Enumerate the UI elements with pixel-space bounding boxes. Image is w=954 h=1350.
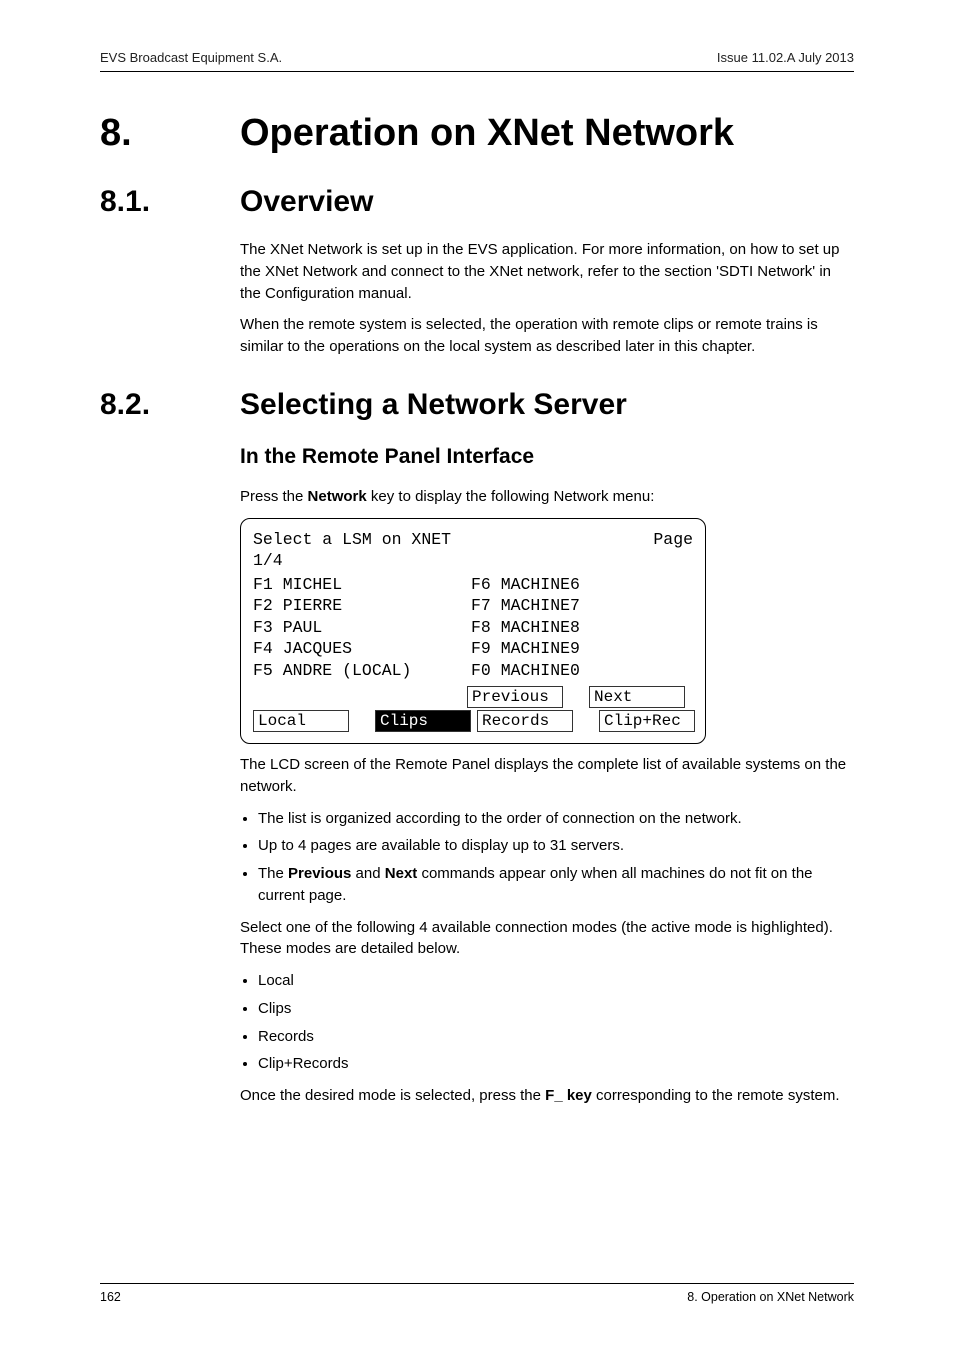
paragraph: The LCD screen of the Remote Panel displ…	[240, 754, 854, 798]
lcd-cell: F0 MACHINE0	[471, 660, 580, 681]
lcd-cell: F4 JACQUES	[253, 638, 471, 659]
chapter-number: 8.	[100, 112, 240, 155]
softkey-previous: Previous	[467, 686, 563, 708]
softkey-local: Local	[253, 710, 349, 732]
chapter-heading: 8. Operation on XNet Network	[100, 112, 854, 155]
lcd-server-list: F1 MICHEL F6 MACHINE6 F2 PIERRE F7 MACHI…	[253, 574, 693, 681]
softkey-cliprec: Clip+Rec	[599, 710, 695, 732]
lcd-row: F2 PIERRE F7 MACHINE7	[253, 595, 693, 616]
bullet-list: Local Clips Records Clip+Records	[240, 970, 854, 1075]
lcd-title: Select a LSM on XNET	[253, 529, 451, 550]
keyword-fkey: F_ key	[545, 1087, 592, 1104]
page: EVS Broadcast Equipment S.A. Issue 11.02…	[0, 0, 954, 1350]
lcd-cell: F5 ANDRE (LOCAL)	[253, 660, 471, 681]
lcd-screen: Select a LSM on XNET Page 1/4 F1 MICHEL …	[240, 518, 706, 744]
softkey-clips-active: Clips	[375, 710, 471, 732]
running-header: EVS Broadcast Equipment S.A. Issue 11.02…	[100, 50, 854, 72]
list-item: Clip+Records	[258, 1053, 854, 1075]
lcd-page-label: Page	[653, 529, 693, 550]
section-title: Selecting a Network Server	[240, 388, 627, 422]
header-left: EVS Broadcast Equipment S.A.	[100, 50, 282, 65]
text: and	[351, 865, 384, 882]
lcd-softkey-row: Local Clips Records Clip+Rec	[253, 709, 693, 733]
lcd-page-indicator: 1/4	[253, 550, 693, 571]
softkey-records: Records	[477, 710, 573, 732]
lcd-cell: F6 MACHINE6	[471, 574, 580, 595]
lcd-row: F4 JACQUES F9 MACHINE9	[253, 638, 693, 659]
lcd-cell: F8 MACHINE8	[471, 617, 580, 638]
subsection-heading: In the Remote Panel Interface	[240, 442, 854, 472]
list-item: Local	[258, 970, 854, 992]
list-item: The list is organized according to the o…	[258, 808, 854, 830]
list-item: Clips	[258, 998, 854, 1020]
lcd-header: Select a LSM on XNET Page	[253, 529, 693, 550]
text: Press the	[240, 488, 308, 505]
keyword-network: Network	[308, 488, 367, 505]
keyword-previous: Previous	[288, 865, 351, 882]
paragraph: Select one of the following 4 available …	[240, 917, 854, 961]
paragraph: Press the Network key to display the fol…	[240, 486, 854, 508]
header-right: Issue 11.02.A July 2013	[717, 50, 854, 65]
list-item: Records	[258, 1026, 854, 1048]
lcd-row: F3 PAUL F8 MACHINE8	[253, 617, 693, 638]
section-number: 8.1.	[100, 185, 240, 219]
section-8-2-body: In the Remote Panel Interface Press the …	[240, 442, 854, 1107]
footer-section: 8. Operation on XNet Network	[687, 1290, 854, 1304]
text: corresponding to the remote system.	[592, 1087, 840, 1104]
paragraph: The XNet Network is set up in the EVS ap…	[240, 239, 854, 304]
running-footer: 162 8. Operation on XNet Network	[100, 1283, 854, 1304]
page-number: 162	[100, 1290, 121, 1304]
text: The	[258, 865, 288, 882]
lcd-softkeys: Previous Next Local Clips Records Clip+R…	[253, 685, 693, 733]
section-8-1-heading: 8.1. Overview	[100, 185, 854, 219]
paragraph: Once the desired mode is selected, press…	[240, 1085, 854, 1107]
text: Once the desired mode is selected, press…	[240, 1087, 545, 1104]
lcd-cell: F2 PIERRE	[253, 595, 471, 616]
lcd-cell: F1 MICHEL	[253, 574, 471, 595]
chapter-title: Operation on XNet Network	[240, 112, 734, 155]
lcd-softkey-row: Previous Next	[253, 685, 693, 709]
section-8-2-heading: 8.2. Selecting a Network Server	[100, 388, 854, 422]
lcd-cell: F7 MACHINE7	[471, 595, 580, 616]
lcd-row: F1 MICHEL F6 MACHINE6	[253, 574, 693, 595]
section-title: Overview	[240, 185, 373, 219]
lcd-cell: F9 MACHINE9	[471, 638, 580, 659]
softkey-next: Next	[589, 686, 685, 708]
section-number: 8.2.	[100, 388, 240, 422]
paragraph: When the remote system is selected, the …	[240, 314, 854, 358]
text: key to display the following Network men…	[367, 488, 655, 505]
list-item: The Previous and Next commands appear on…	[258, 863, 854, 907]
bullet-list: The list is organized according to the o…	[240, 808, 854, 907]
section-8-1-body: The XNet Network is set up in the EVS ap…	[240, 239, 854, 358]
lcd-row: F5 ANDRE (LOCAL) F0 MACHINE0	[253, 660, 693, 681]
lcd-cell: F3 PAUL	[253, 617, 471, 638]
list-item: Up to 4 pages are available to display u…	[258, 835, 854, 857]
keyword-next: Next	[385, 865, 418, 882]
